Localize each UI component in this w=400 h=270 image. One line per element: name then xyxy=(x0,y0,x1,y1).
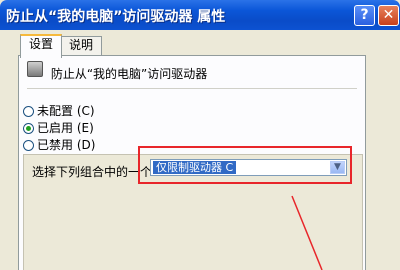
policy-name: 防止从“我的电脑”访问驱动器 xyxy=(50,67,208,81)
option-not-configured[interactable]: 未配置 (C) xyxy=(23,102,95,119)
annotation-highlight-box xyxy=(138,146,352,184)
combo-label: 选择下列组合中的一个 xyxy=(32,165,153,179)
help-button[interactable]: ? xyxy=(354,5,375,26)
policy-icon xyxy=(27,61,43,77)
policy-header: 防止从“我的电脑”访问驱动器 xyxy=(27,61,208,82)
option-label: 未配置 (C) xyxy=(37,104,95,118)
window-title: 防止从“我的电脑”访问驱动器 属性 xyxy=(6,9,226,25)
tab-settings[interactable]: 设置 xyxy=(20,34,63,58)
option-enabled[interactable]: 已启用 (E) xyxy=(23,119,94,136)
properties-window: 防止从“我的电脑”访问驱动器 属性 ? ✕ 设置 说明 防止从“我的电脑”访问驱… xyxy=(0,0,400,270)
option-label: 已禁用 (D) xyxy=(37,138,96,152)
radio-disabled[interactable] xyxy=(23,140,34,151)
divider xyxy=(27,88,357,89)
radio-enabled[interactable] xyxy=(23,123,34,134)
close-button[interactable]: ✕ xyxy=(378,5,399,26)
tab-explain[interactable]: 说明 xyxy=(60,36,103,55)
title-bar[interactable]: 防止从“我的电脑”访问驱动器 属性 ? ✕ xyxy=(0,0,400,30)
option-disabled[interactable]: 已禁用 (D) xyxy=(23,136,95,153)
option-label: 已启用 (E) xyxy=(37,121,94,135)
radio-not-configured[interactable] xyxy=(23,106,34,117)
